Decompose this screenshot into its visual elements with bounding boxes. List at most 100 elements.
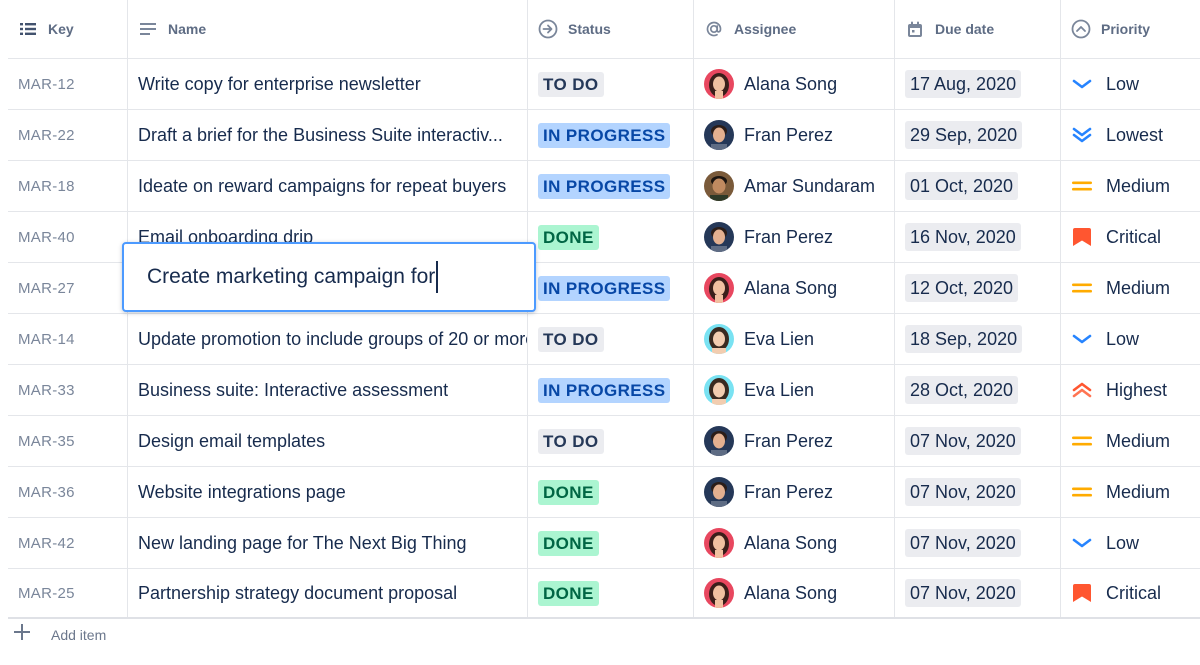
issue-name[interactable]: Website integrations page	[138, 482, 346, 503]
assignee-cell[interactable]: Amar Sundaram	[694, 161, 895, 211]
priority-cell[interactable]: Low	[1061, 314, 1200, 364]
issue-key[interactable]: MAR-40	[18, 229, 75, 246]
due-date-cell[interactable]: 17 Aug, 2020	[895, 59, 1061, 109]
status-cell[interactable]: DONE	[528, 467, 694, 517]
table-row[interactable]: MAR-36 Website integrations page DONE Fran …	[8, 466, 1200, 517]
add-item-button[interactable]: Add item	[14, 624, 106, 645]
status-cell[interactable]: IN PROGRESS	[528, 365, 694, 415]
key-cell[interactable]: MAR-27	[8, 263, 128, 313]
assignee-cell[interactable]: Alana Song	[694, 569, 895, 617]
assignee-cell[interactable]: Alana Song	[694, 518, 895, 568]
column-header-assignee[interactable]: Assignee	[694, 0, 895, 58]
key-cell[interactable]: MAR-33	[8, 365, 128, 415]
name-cell[interactable]: New landing page for The Next Big Thing	[128, 518, 528, 568]
key-cell[interactable]: MAR-22	[8, 110, 128, 160]
key-cell[interactable]: MAR-12	[8, 59, 128, 109]
issue-name[interactable]: Update promotion to include groups of 20…	[138, 329, 527, 350]
issue-key[interactable]: MAR-33	[18, 382, 75, 399]
issue-key[interactable]: MAR-22	[18, 127, 75, 144]
table-row[interactable]: MAR-42 New landing page for The Next Big …	[8, 517, 1200, 568]
status-lozenge[interactable]: DONE	[538, 530, 599, 556]
key-cell[interactable]: MAR-35	[8, 416, 128, 466]
key-cell[interactable]: MAR-14	[8, 314, 128, 364]
name-cell[interactable]: Design email templates	[128, 416, 528, 466]
issue-name[interactable]: Business suite: Interactive assessment	[138, 380, 448, 401]
name-cell[interactable]: Partnership strategy document proposal	[128, 569, 528, 617]
status-lozenge[interactable]: IN PROGRESS	[538, 173, 671, 199]
status-lozenge[interactable]: IN PROGRESS	[538, 275, 671, 301]
status-lozenge[interactable]: TO DO	[538, 71, 604, 97]
status-cell[interactable]: IN PROGRESS	[528, 161, 694, 211]
inline-name-editor[interactable]: Create marketing campaign for	[122, 242, 536, 312]
table-row[interactable]: MAR-25 Partnership strategy document prop…	[8, 568, 1200, 619]
assignee-cell[interactable]: Alana Song	[694, 59, 895, 109]
status-lozenge[interactable]: IN PROGRESS	[538, 377, 671, 403]
issue-name[interactable]: Partnership strategy document proposal	[138, 583, 457, 604]
due-date-cell[interactable]: 18 Sep, 2020	[895, 314, 1061, 364]
name-cell[interactable]: Write copy for enterprise newsletter	[128, 59, 528, 109]
due-date-cell[interactable]: 12 Oct, 2020	[895, 263, 1061, 313]
column-header-name[interactable]: Name	[128, 0, 528, 58]
priority-cell[interactable]: Medium	[1061, 416, 1200, 466]
due-date-badge[interactable]: 16 Nov, 2020	[905, 223, 1021, 251]
due-date-cell[interactable]: 07 Nov, 2020	[895, 416, 1061, 466]
assignee-cell[interactable]: Eva Lien	[694, 365, 895, 415]
issue-key[interactable]: MAR-42	[18, 535, 75, 552]
status-cell[interactable]: IN PROGRESS	[528, 263, 694, 313]
due-date-cell[interactable]: 07 Nov, 2020	[895, 518, 1061, 568]
table-row[interactable]: MAR-22 Draft a brief for the Business Sui…	[8, 109, 1200, 160]
status-lozenge[interactable]: DONE	[538, 224, 599, 250]
assignee-cell[interactable]: Fran Perez	[694, 110, 895, 160]
table-row[interactable]: MAR-12 Write copy for enterprise newslett…	[8, 58, 1200, 109]
status-lozenge[interactable]: TO DO	[538, 428, 604, 454]
name-cell[interactable]: Business suite: Interactive assessment	[128, 365, 528, 415]
key-cell[interactable]: MAR-18	[8, 161, 128, 211]
priority-cell[interactable]: Low	[1061, 518, 1200, 568]
issue-name[interactable]: Draft a brief for the Business Suite int…	[138, 125, 503, 146]
status-cell[interactable]: DONE	[528, 569, 694, 617]
issue-key[interactable]: MAR-27	[18, 280, 75, 297]
issue-key[interactable]: MAR-36	[18, 484, 75, 501]
issue-key[interactable]: MAR-18	[18, 178, 75, 195]
status-lozenge[interactable]: DONE	[538, 580, 599, 606]
due-date-cell[interactable]: 28 Oct, 2020	[895, 365, 1061, 415]
due-date-cell[interactable]: 07 Nov, 2020	[895, 467, 1061, 517]
assignee-cell[interactable]: Fran Perez	[694, 416, 895, 466]
issue-name[interactable]: Design email templates	[138, 431, 325, 452]
name-cell[interactable]: Ideate on reward campaigns for repeat bu…	[128, 161, 528, 211]
due-date-badge[interactable]: 07 Nov, 2020	[905, 427, 1021, 455]
due-date-cell[interactable]: 29 Sep, 2020	[895, 110, 1061, 160]
issue-name[interactable]: New landing page for The Next Big Thing	[138, 533, 467, 554]
table-row[interactable]: MAR-33 Business suite: Interactive assess…	[8, 364, 1200, 415]
issue-name[interactable]: Ideate on reward campaigns for repeat bu…	[138, 176, 506, 197]
due-date-badge[interactable]: 07 Nov, 2020	[905, 529, 1021, 557]
key-cell[interactable]: MAR-42	[8, 518, 128, 568]
name-cell[interactable]: Draft a brief for the Business Suite int…	[128, 110, 528, 160]
key-cell[interactable]: MAR-36	[8, 467, 128, 517]
status-lozenge[interactable]: IN PROGRESS	[538, 122, 671, 148]
assignee-cell[interactable]: Fran Perez	[694, 212, 895, 262]
status-cell[interactable]: IN PROGRESS	[528, 110, 694, 160]
column-header-priority[interactable]: Priority	[1061, 0, 1200, 58]
column-header-key[interactable]: Key	[8, 0, 128, 58]
assignee-cell[interactable]: Eva Lien	[694, 314, 895, 364]
due-date-badge[interactable]: 17 Aug, 2020	[905, 70, 1022, 98]
priority-cell[interactable]: Critical	[1061, 569, 1200, 617]
priority-cell[interactable]: Medium	[1061, 467, 1200, 517]
assignee-cell[interactable]: Alana Song	[694, 263, 895, 313]
status-cell[interactable]: DONE	[528, 518, 694, 568]
status-cell[interactable]: TO DO	[528, 59, 694, 109]
priority-cell[interactable]: Low	[1061, 59, 1200, 109]
key-cell[interactable]: MAR-40	[8, 212, 128, 262]
table-row[interactable]: MAR-35 Design email templates TO DO Fran Pe…	[8, 415, 1200, 466]
status-cell[interactable]: TO DO	[528, 314, 694, 364]
name-cell[interactable]: Update promotion to include groups of 20…	[128, 314, 528, 364]
key-cell[interactable]: MAR-25	[8, 569, 128, 617]
due-date-badge[interactable]: 07 Nov, 2020	[905, 478, 1021, 506]
priority-cell[interactable]: Medium	[1061, 161, 1200, 211]
due-date-badge[interactable]: 12 Oct, 2020	[905, 274, 1019, 302]
due-date-badge[interactable]: 29 Sep, 2020	[905, 121, 1023, 149]
status-cell[interactable]: DONE	[528, 212, 694, 262]
due-date-badge[interactable]: 01 Oct, 2020	[905, 172, 1019, 200]
name-cell[interactable]: Website integrations page	[128, 467, 528, 517]
